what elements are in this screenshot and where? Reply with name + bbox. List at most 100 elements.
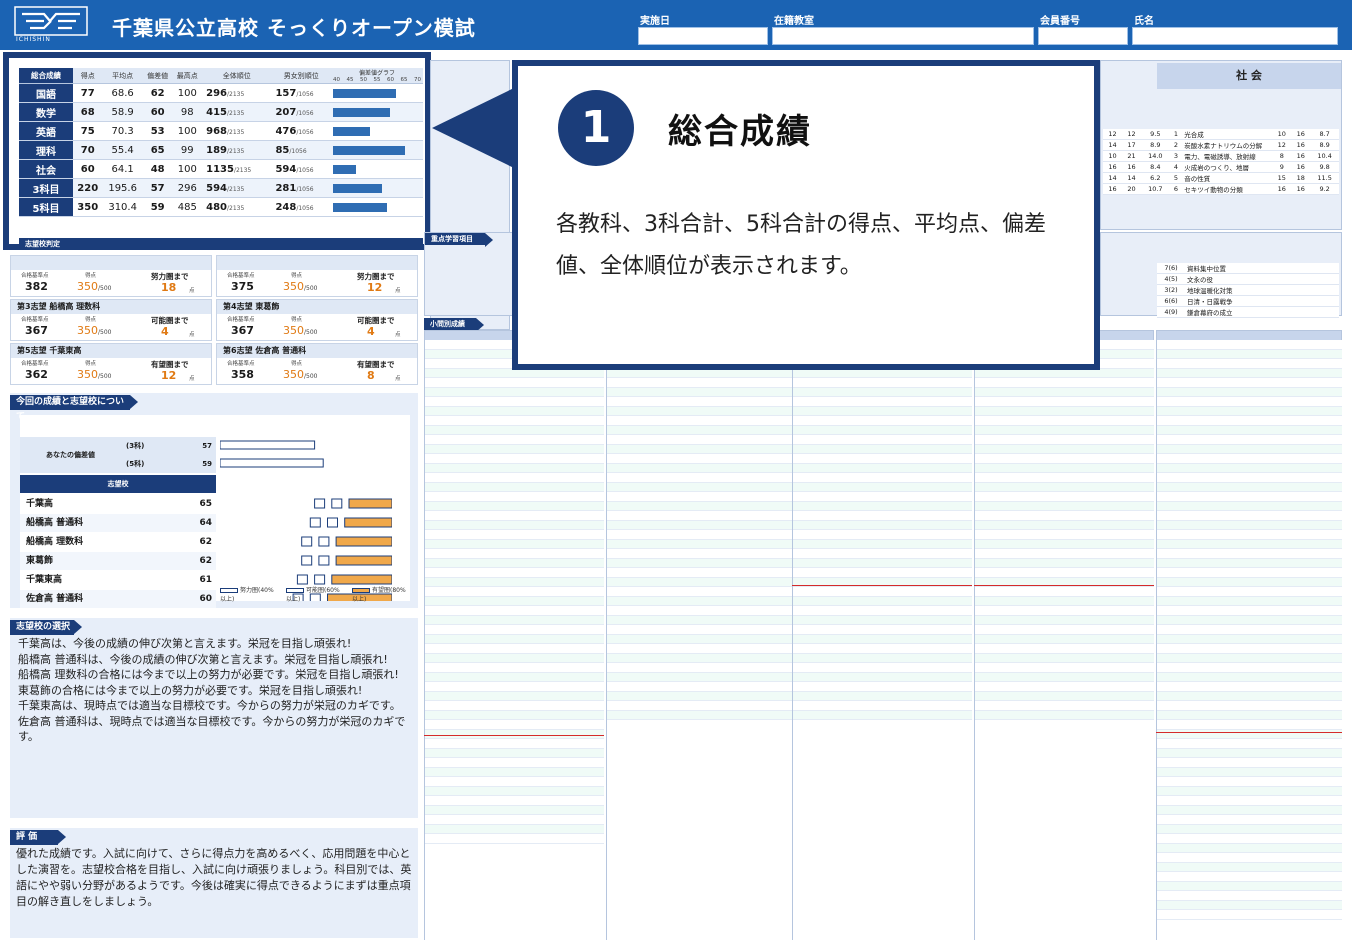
- detail-row: [975, 691, 1154, 701]
- detail-row: [1157, 568, 1342, 578]
- detail-row: [1157, 558, 1342, 568]
- priority-row: 3(2) 地球温暖化対策: [1157, 284, 1339, 296]
- detail-row: [607, 463, 792, 473]
- col-deviation-graph: 偏差値グラフ 40 45 50 55 60 65 70: [331, 68, 423, 84]
- detail-row: [975, 444, 1154, 454]
- social-unit-name: 光合成: [1182, 129, 1273, 140]
- detail-row: [1157, 530, 1342, 540]
- date-field[interactable]: [638, 27, 768, 45]
- detail-row: [1157, 653, 1342, 663]
- rank-value: 480/2135: [202, 197, 272, 217]
- average-line: [424, 735, 604, 736]
- detail-row: [1157, 796, 1342, 806]
- standard-score: 367: [231, 324, 254, 337]
- name-field[interactable]: [1132, 27, 1338, 45]
- detail-row: [1157, 644, 1342, 654]
- detail-row: [607, 492, 792, 502]
- priority-row: 4(9) 鎌倉幕府の成立: [1157, 306, 1339, 318]
- social-cell: 16: [1291, 150, 1311, 162]
- social-row: 16 16 8.4 4 火成岩のつくり、地層 9 16 9.8: [1103, 161, 1339, 173]
- col-gender-rank: 男女別順位: [271, 68, 331, 84]
- detail-row: [1157, 834, 1342, 844]
- detail-row: [1157, 872, 1342, 882]
- detail-row: [425, 777, 604, 787]
- detail-row: [607, 701, 792, 711]
- gender-rank-value: 157/1056: [271, 83, 331, 103]
- gap-value: 12: [367, 281, 383, 294]
- detail-row: [793, 644, 972, 654]
- average-value: 70.3: [102, 121, 143, 141]
- detail-row: [1157, 739, 1342, 749]
- social-cell: 10.7: [1141, 183, 1170, 195]
- detail-row: [1157, 625, 1342, 635]
- scale-tick: 60: [387, 77, 394, 83]
- detail-row: [975, 473, 1154, 483]
- detail-row: [425, 454, 604, 464]
- my-score: 350/500: [77, 324, 112, 337]
- detail-row: [425, 625, 604, 635]
- school-zone-bar: [318, 536, 330, 547]
- standard-label: 合格基準点: [21, 317, 49, 323]
- standard-label: 合格基準点: [21, 273, 49, 279]
- average-value: 64.1: [102, 159, 143, 179]
- detail-row: [607, 397, 792, 407]
- social-cell: 14.0: [1141, 150, 1170, 162]
- member-id-field[interactable]: [1038, 27, 1128, 45]
- school-row: 船橋高 普通科 64: [20, 514, 216, 532]
- detail-row: [793, 606, 972, 616]
- scale-tick: 55: [373, 77, 381, 83]
- priority-study-label: 重点学習項目: [425, 233, 493, 247]
- detail-row: [975, 634, 1154, 644]
- detail-row: [425, 501, 604, 511]
- detail-row: [425, 511, 604, 521]
- detail-row: [425, 577, 604, 587]
- scale-tick: 65: [400, 77, 408, 83]
- social-cell: 1: [1169, 129, 1183, 140]
- detail-row: [607, 606, 792, 616]
- social-cell: 10: [1272, 129, 1292, 140]
- school-zone-bar: [348, 498, 392, 509]
- classroom-field[interactable]: [772, 27, 1034, 45]
- detail-row: [1157, 862, 1342, 872]
- gap-unit: 点: [395, 332, 401, 338]
- detail-row: [1157, 815, 1342, 825]
- detail-row: [425, 520, 604, 530]
- average-value: 55.4: [102, 140, 143, 160]
- aspiration-school: [217, 256, 417, 270]
- aspiration-card: 合格基準点 382 得点 350/500 努力圏まで 18 点: [10, 255, 212, 297]
- detail-column: [974, 340, 1154, 940]
- self-deviation-bar: [220, 458, 324, 468]
- score-table-section-label: 総合成績: [19, 68, 73, 84]
- priority-study-panel: 重点学習項目: [424, 232, 514, 316]
- social-cell: 16: [1291, 129, 1311, 140]
- detail-row: [1157, 748, 1342, 758]
- detail-row: [975, 587, 1154, 597]
- detail-row: [425, 530, 604, 540]
- detail-row: [975, 672, 1154, 682]
- detail-row: [425, 406, 604, 416]
- selection-line: 佐倉高 普通科は、現時点では適当な目標校です。今からの努力が栄冠のカギです。: [18, 714, 406, 744]
- detail-row: [975, 387, 1154, 397]
- detail-row: [793, 625, 972, 635]
- social-cell: 14: [1122, 172, 1142, 184]
- aspiration-schools: 合格基準点 382 得点 350/500 努力圏まで 18 点合格基準点 375 得点 350/5…: [10, 255, 418, 385]
- detail-row: [1157, 701, 1342, 711]
- detail-row: [425, 568, 604, 578]
- subject-name: 理科: [19, 140, 73, 160]
- score-value: 350: [73, 197, 103, 217]
- deviation-value: 60: [142, 102, 173, 122]
- my-score: 350/500: [283, 368, 318, 381]
- detail-row: [425, 558, 604, 568]
- detail-row: [1157, 444, 1342, 454]
- standard-label: 合格基準点: [21, 361, 49, 367]
- deviation-value: 53: [142, 121, 173, 141]
- school-row: 東葛飾 62: [20, 552, 216, 570]
- subject-name: 英語: [19, 121, 73, 141]
- social-cell: 16: [1272, 183, 1292, 195]
- school-zone-bar: [335, 536, 392, 547]
- deviation-bar-cell: [331, 121, 423, 141]
- social-cell: 3: [1169, 150, 1183, 162]
- school-row: 千葉東高 61: [20, 571, 216, 589]
- deviation-value: 59: [142, 197, 173, 217]
- gap-unit: 点: [189, 332, 195, 338]
